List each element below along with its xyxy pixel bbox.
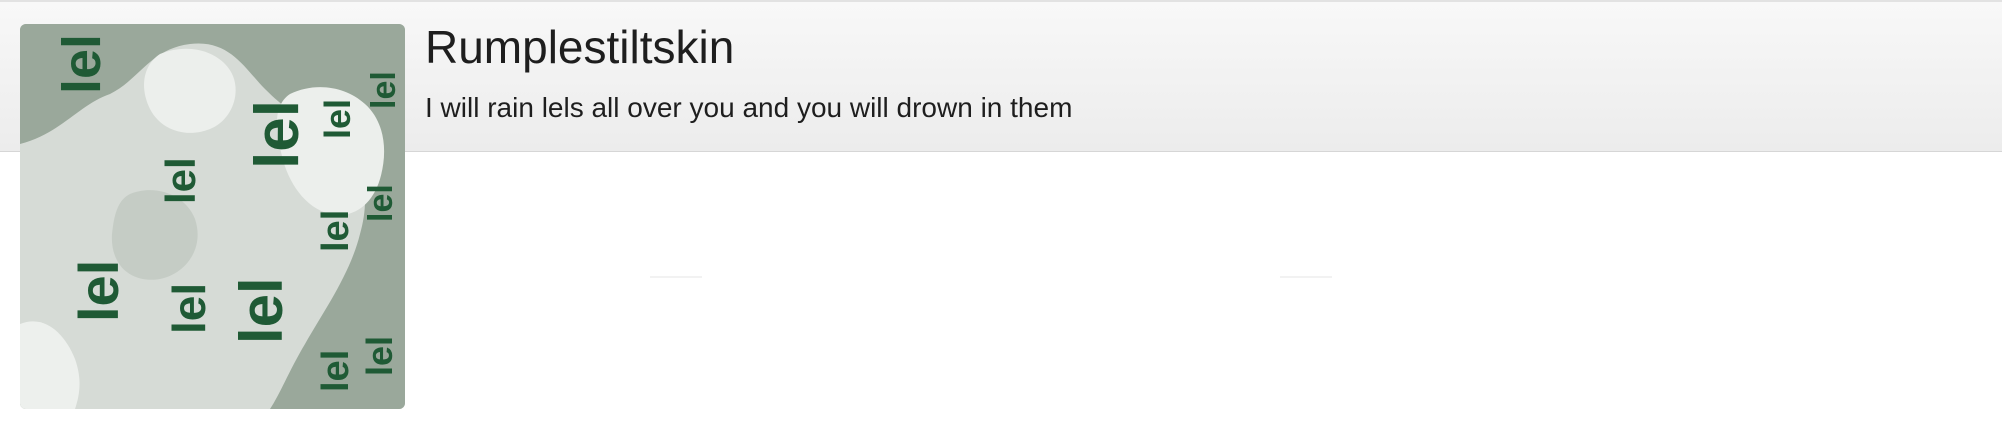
avatar-image: lel lel lel lel lel lel lel lel lel lel … [20, 24, 405, 409]
avatar[interactable]: lel lel lel lel lel lel lel lel lel lel … [20, 24, 405, 409]
avatar-word-11: lel [315, 350, 357, 392]
faint-divider-2 [1280, 276, 1332, 278]
profile-card: lel lel lel lel lel lel lel lel lel lel … [0, 0, 2002, 426]
avatar-word-4: lel [317, 99, 358, 139]
profile-bio: I will rain lels all over you and you wi… [425, 92, 1073, 123]
avatar-word-6: lel [315, 210, 357, 252]
avatar-word-2: lel [157, 157, 204, 204]
avatar-word-9: lel [163, 283, 215, 334]
faint-divider-1 [650, 276, 702, 278]
avatar-word-1: lel [52, 34, 112, 94]
avatar-word-5: lel [365, 71, 403, 109]
avatar-word-12: lel [359, 336, 400, 376]
avatar-word-7: lel [362, 184, 400, 222]
avatar-word-10: lel [228, 277, 295, 344]
avatar-word-3: lel [243, 100, 312, 169]
profile-name: Rumplestiltskin [425, 21, 735, 73]
avatar-word-8: lel [67, 260, 130, 322]
